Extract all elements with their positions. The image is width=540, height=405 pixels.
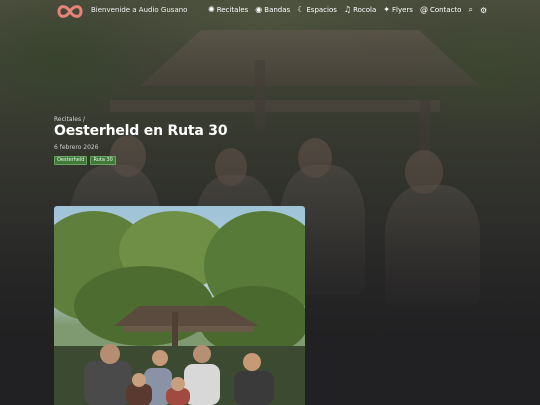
breadcrumb[interactable]: Recitales / <box>54 116 85 123</box>
page-title: Oesterheld en Ruta 30 <box>54 123 228 139</box>
nav-item-flyers[interactable]: ✦ Flyers <box>383 5 413 15</box>
nav-item-label: Flyers <box>391 6 413 14</box>
nav-item-label: Bandas <box>264 6 291 14</box>
tag-list: Oesterheld Ruta 30 <box>54 156 116 165</box>
nav-item-bandas[interactable]: ◉ Bandas <box>255 5 291 15</box>
nav-item-label: Espacios <box>306 6 337 14</box>
nav-item-espacios[interactable]: ☾ Espacios <box>297 5 337 15</box>
nav-item-rocola[interactable]: ♫ Rocola <box>343 5 377 15</box>
site-brand-link[interactable]: Bienvenide a Audio Gusano <box>91 6 187 14</box>
top-navigation: Bienvenide a Audio Gusano ✺ Recitales ◉ … <box>0 0 540 24</box>
featured-photo <box>54 206 305 405</box>
nav-item-contacto[interactable]: @ Contacto <box>419 5 462 15</box>
search-icon[interactable]: ⌕ <box>468 5 472 15</box>
nav-item-label: Rocola <box>353 6 377 14</box>
eye-icon: ◉ <box>255 5 263 14</box>
music-note-icon: ♫ <box>343 5 352 14</box>
tag-ruta-30[interactable]: Ruta 30 <box>90 156 116 165</box>
gear-icon: ✺ <box>208 5 215 14</box>
at-icon: @ <box>419 5 428 14</box>
infinity-logo-icon[interactable] <box>56 3 84 20</box>
main-menu: ✺ Recitales ◉ Bandas ☾ Espacios ♫ Rocola… <box>208 5 487 15</box>
moon-icon: ☾ <box>297 5 305 14</box>
settings-icon[interactable]: ⚙ <box>480 6 487 15</box>
nav-item-label: Contacto <box>429 6 462 14</box>
flame-icon: ✦ <box>383 5 390 14</box>
nav-item-label: Recitales <box>216 6 249 14</box>
post-date: 6 febrero 2026 <box>54 144 99 151</box>
band-photo-illustration <box>54 211 305 405</box>
nav-item-recitales[interactable]: ✺ Recitales <box>208 5 249 15</box>
tag-oesterheld[interactable]: Oesterheld <box>54 156 88 165</box>
